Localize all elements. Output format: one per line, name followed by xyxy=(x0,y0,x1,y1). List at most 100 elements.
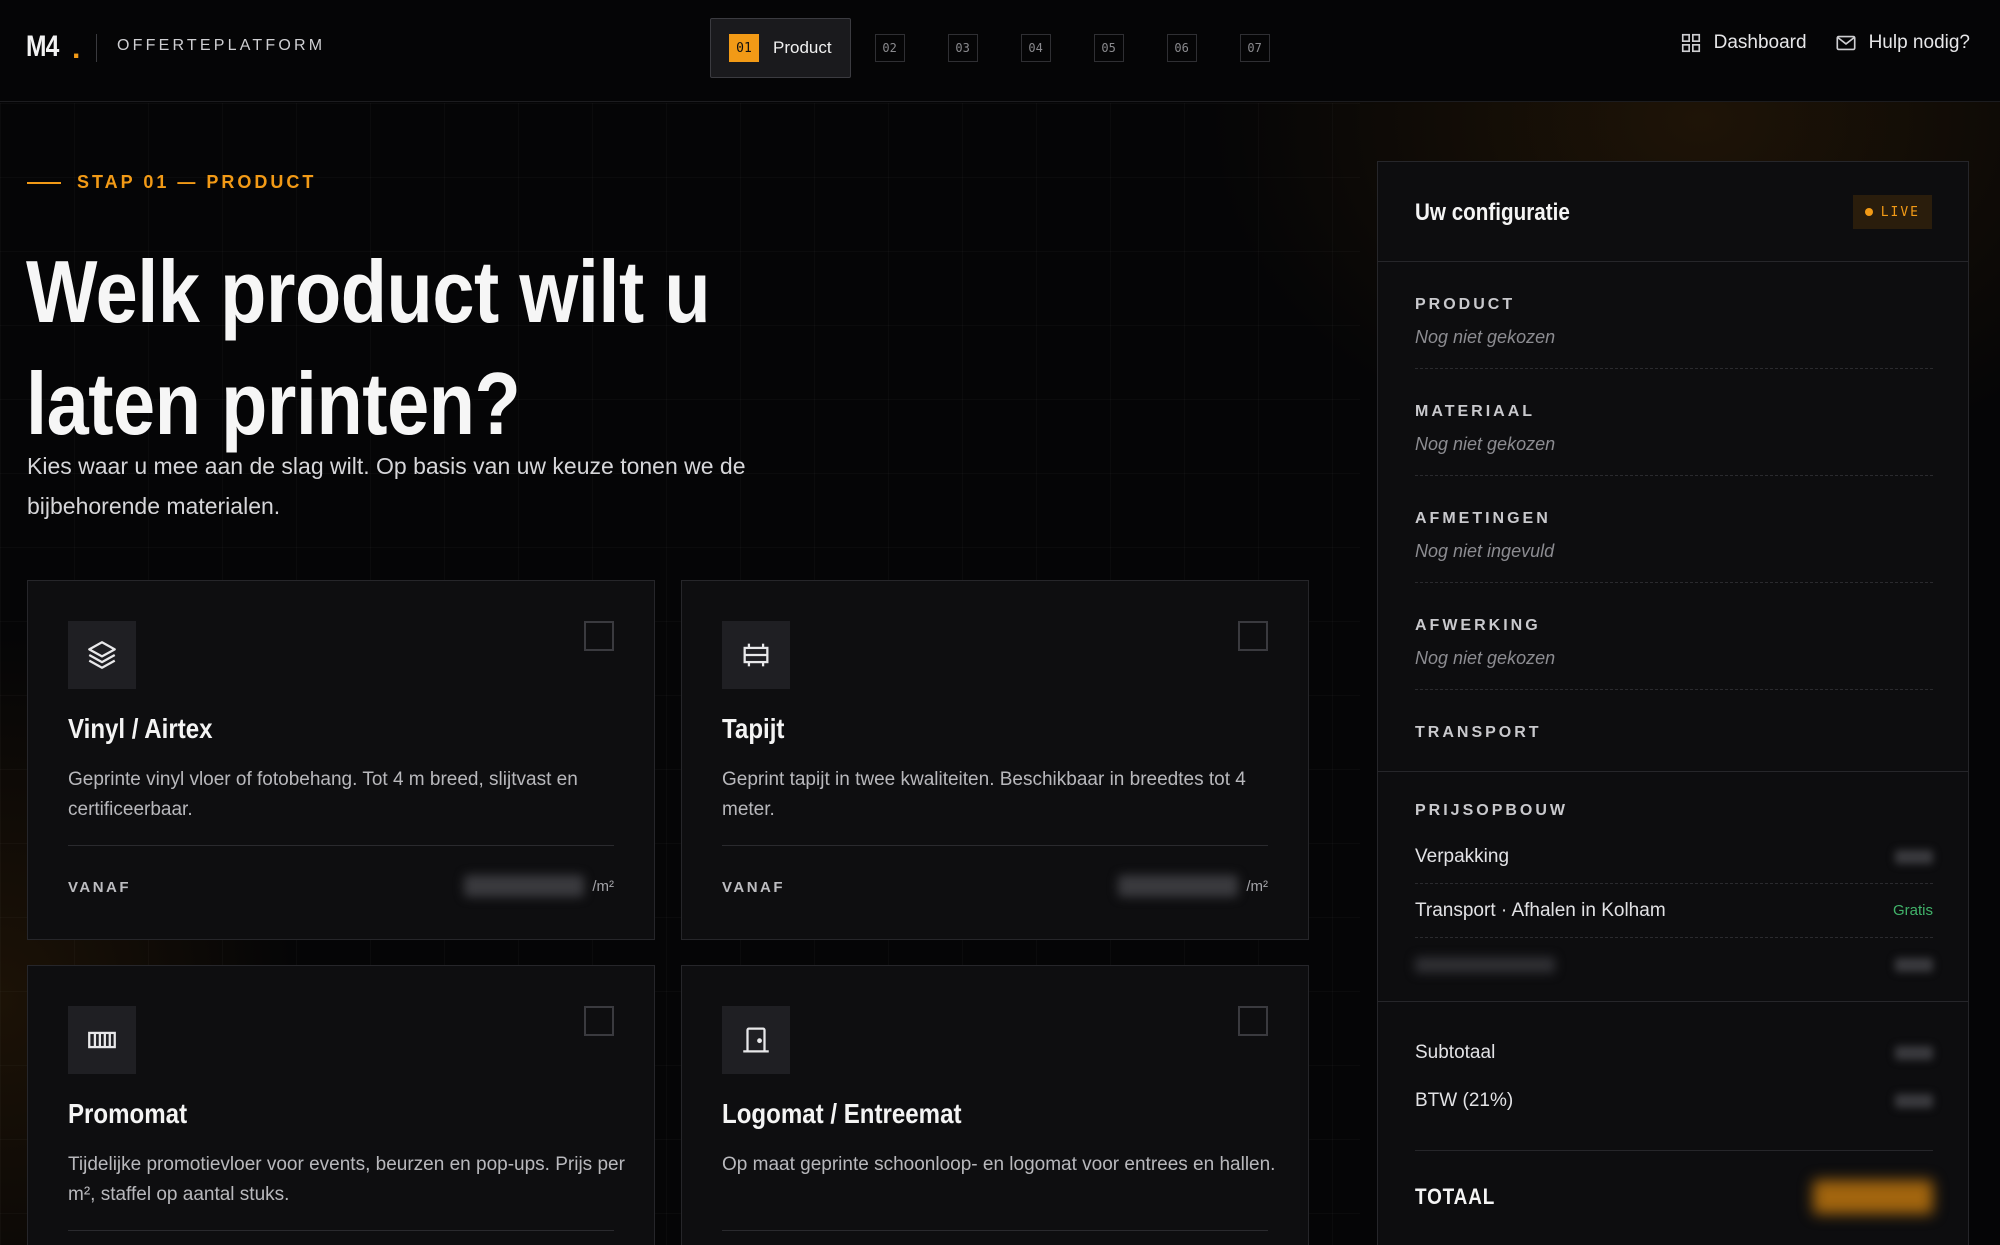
step-03[interactable]: 03 xyxy=(947,34,978,62)
card-icon-box xyxy=(722,1006,790,1074)
page-subtitle: Kies waar u mee aan de slag wilt. Op bas… xyxy=(27,453,746,519)
blurred-amount xyxy=(1895,849,1933,864)
help-label: Hulp nodig? xyxy=(1868,32,1970,53)
select-checkbox[interactable] xyxy=(1238,621,1268,651)
blurred-amount xyxy=(1895,1094,1933,1108)
cfg-item-materiaal: MATERIAAL Nog niet gekozen xyxy=(1415,369,1933,476)
step-07[interactable]: 07 xyxy=(1239,34,1270,62)
cfg-label: TRANSPORT xyxy=(1415,724,1542,741)
logo-dot: . xyxy=(72,32,81,65)
blurred-price xyxy=(464,875,585,897)
cfg-item-afwerking: AFWERKING Nog niet gekozen xyxy=(1415,583,1933,690)
blurred-amount xyxy=(1895,1046,1933,1060)
price-from-label: VANAF xyxy=(68,879,132,896)
dashboard-link[interactable]: Dashboard xyxy=(1680,32,1807,54)
vat-row: BTW (21%) xyxy=(1415,1090,1933,1112)
card-description: Geprint tapijt in twee kwaliteiten. Besc… xyxy=(722,769,1246,820)
step-06[interactable]: 06 xyxy=(1166,34,1197,62)
price-heading: PRIJSOPBOUW xyxy=(1415,802,1569,819)
blurred-label xyxy=(1415,957,1555,973)
cfg-label: PRODUCT xyxy=(1415,296,1516,313)
card-description: Tijdelijke promotievloer voor events, be… xyxy=(68,1154,625,1205)
total-label: TOTAAL xyxy=(1415,1184,1496,1209)
subtotal-row: Subtotaal xyxy=(1415,1042,1933,1064)
cfg-value: Nog niet gekozen xyxy=(1415,327,1556,347)
cfg-item-afmetingen: AFMETINGEN Nog niet ingevuld xyxy=(1415,476,1933,583)
price-label: Verpakking xyxy=(1415,845,1510,867)
card-icon-box xyxy=(722,621,790,689)
subtotal-label: Subtotaal xyxy=(1415,1042,1496,1063)
door-icon xyxy=(743,1027,769,1053)
total-divider xyxy=(1415,1150,1933,1151)
panel-title: Uw configuratie xyxy=(1415,199,1570,226)
mail-icon xyxy=(1836,35,1856,51)
step-label: Product xyxy=(773,38,832,57)
product-card-vinyl[interactable]: Vinyl / Airtex Geprinte vinyl vloer of f… xyxy=(27,580,655,940)
panel-header: Uw configuratie LIVE xyxy=(1378,162,1968,262)
card-title: Promomat xyxy=(68,1098,188,1129)
carpet-icon xyxy=(743,643,769,667)
dashboard-label: Dashboard xyxy=(1713,32,1807,53)
eyebrow-text: STAP 01 — PRODUCT xyxy=(77,172,317,192)
select-checkbox[interactable] xyxy=(584,621,614,651)
card-description: Geprinte vinyl vloer of fotobehang. Tot … xyxy=(68,769,578,820)
price-unit: /m² xyxy=(1246,877,1268,895)
step-05[interactable]: 05 xyxy=(1093,34,1124,62)
logo-separator xyxy=(96,34,97,62)
card-description: Op maat geprinte schoonloop- en logomat … xyxy=(722,1154,1276,1175)
mat-icon xyxy=(88,1031,116,1049)
card-title: Vinyl / Airtex xyxy=(68,713,213,744)
card-icon-box xyxy=(68,621,136,689)
price-from-label: VANAF xyxy=(722,879,786,896)
card-divider xyxy=(722,1230,1268,1231)
live-label: LIVE xyxy=(1880,204,1920,220)
card-title: Logomat / Entreemat xyxy=(722,1098,962,1129)
layers-icon xyxy=(88,641,116,669)
title-line-2: laten printen? xyxy=(26,354,521,453)
help-link[interactable]: Hulp nodig? xyxy=(1835,32,1970,54)
price-label: Transport · Afhalen in Kolham xyxy=(1415,899,1666,921)
price-row-verpakking: Verpakking xyxy=(1415,830,1933,884)
card-divider xyxy=(68,1230,614,1231)
card-icon-box xyxy=(68,1006,136,1074)
totals-section: Subtotaal BTW (21%) TOTAAL xyxy=(1378,1001,1968,1245)
product-card-tapijt[interactable]: Tapijt Geprint tapijt in twee kwaliteite… xyxy=(681,580,1309,940)
cfg-value: Nog niet gekozen xyxy=(1415,648,1556,668)
card-price: /m² xyxy=(464,875,614,897)
cfg-value: Nog niet ingevuld xyxy=(1415,541,1555,561)
blurred-total xyxy=(1813,1180,1933,1214)
price-row-transport: Transport · Afhalen in Kolham Gratis xyxy=(1415,884,1933,938)
vat-label: BTW (21%) xyxy=(1415,1090,1514,1111)
logo[interactable]: M4 xyxy=(26,30,59,64)
configuration-panel: Uw configuratie LIVE PRODUCT Nog niet ge… xyxy=(1377,161,1969,1245)
price-unit: /m² xyxy=(592,877,614,895)
step-04[interactable]: 04 xyxy=(1020,34,1051,62)
eyebrow-line xyxy=(27,181,61,184)
product-card-logomat[interactable]: Logomat / Entreemat Op maat geprinte sch… xyxy=(681,965,1309,1245)
card-price: /m² xyxy=(1118,875,1268,897)
price-row-blurred xyxy=(1415,938,1933,992)
blurred-amount xyxy=(1895,958,1933,972)
cfg-label: MATERIAAL xyxy=(1415,403,1536,420)
cfg-label: AFWERKING xyxy=(1415,617,1541,634)
card-divider xyxy=(68,845,614,846)
cfg-value: Nog niet gekozen xyxy=(1415,434,1556,454)
select-checkbox[interactable] xyxy=(1238,1006,1268,1036)
live-badge: LIVE xyxy=(1852,195,1932,229)
select-checkbox[interactable] xyxy=(584,1006,614,1036)
cfg-item-product: PRODUCT Nog niet gekozen xyxy=(1415,262,1933,369)
card-title: Tapijt xyxy=(722,713,785,744)
cfg-label: AFMETINGEN xyxy=(1415,510,1551,527)
step-number: 01 xyxy=(729,34,759,62)
step-02[interactable]: 02 xyxy=(874,34,905,62)
page-title: Welk product wilt u laten printen? xyxy=(26,236,800,460)
product-card-promomat[interactable]: Promomat Tijdelijke promotievloer voor e… xyxy=(27,965,655,1245)
free-badge: Gratis xyxy=(1892,902,1933,919)
title-line-1: Welk product wilt u xyxy=(26,242,711,341)
live-dot-icon xyxy=(1864,208,1873,216)
top-bar: M4 . OFFERTEPLATFORM 01 Product 02 03 04… xyxy=(0,0,2000,102)
card-divider xyxy=(722,845,1268,846)
grand-total-row: TOTAAL xyxy=(1415,1180,1933,1214)
step-navigator: 01 Product 02 03 04 05 06 07 xyxy=(710,18,1270,78)
step-01-product[interactable]: 01 Product xyxy=(710,18,851,78)
